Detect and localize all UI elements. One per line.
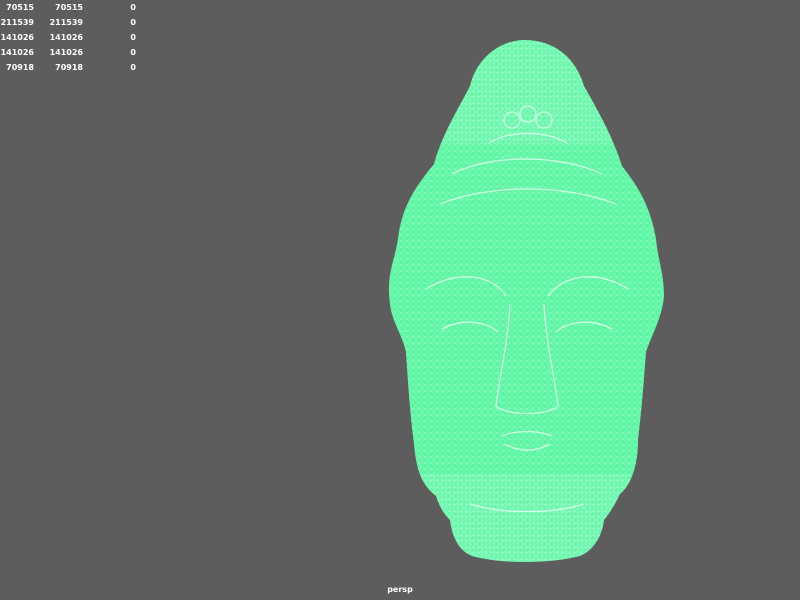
wire-overlay bbox=[388, 40, 665, 562]
hud-value: 70515 bbox=[6, 3, 34, 12]
camera-label: persp bbox=[387, 585, 413, 594]
hud-value: 70918 bbox=[55, 63, 83, 72]
hud-value: 70918 bbox=[6, 63, 34, 72]
hud-value: 0 bbox=[130, 33, 136, 42]
hud-row-faces: 141026 141026 0 bbox=[0, 30, 140, 45]
hud-row-verts: 70515 70515 0 bbox=[0, 0, 140, 15]
hud-value: 0 bbox=[130, 18, 136, 27]
hud-value: 0 bbox=[130, 3, 136, 12]
hud-value: 211539 bbox=[49, 18, 83, 27]
hud-row-tris: 141026 141026 0 bbox=[0, 45, 140, 60]
hud-row-uvs: 70918 70918 0 bbox=[0, 60, 140, 75]
poly-count-hud: 70515 70515 0 211539 211539 0 141026 141… bbox=[0, 0, 140, 75]
wireframe-head-mesh[interactable] bbox=[380, 34, 670, 564]
hud-row-edges: 211539 211539 0 bbox=[0, 15, 140, 30]
hud-value: 141026 bbox=[49, 48, 83, 57]
hud-value: 141026 bbox=[49, 33, 83, 42]
hud-value: 0 bbox=[130, 63, 136, 72]
hud-value: 141026 bbox=[0, 48, 34, 57]
hud-value: 211539 bbox=[0, 18, 34, 27]
hud-value: 141026 bbox=[0, 33, 34, 42]
3d-viewport[interactable]: 70515 70515 0 211539 211539 0 141026 141… bbox=[0, 0, 800, 600]
hud-value: 70515 bbox=[55, 3, 83, 12]
hud-value: 0 bbox=[130, 48, 136, 57]
